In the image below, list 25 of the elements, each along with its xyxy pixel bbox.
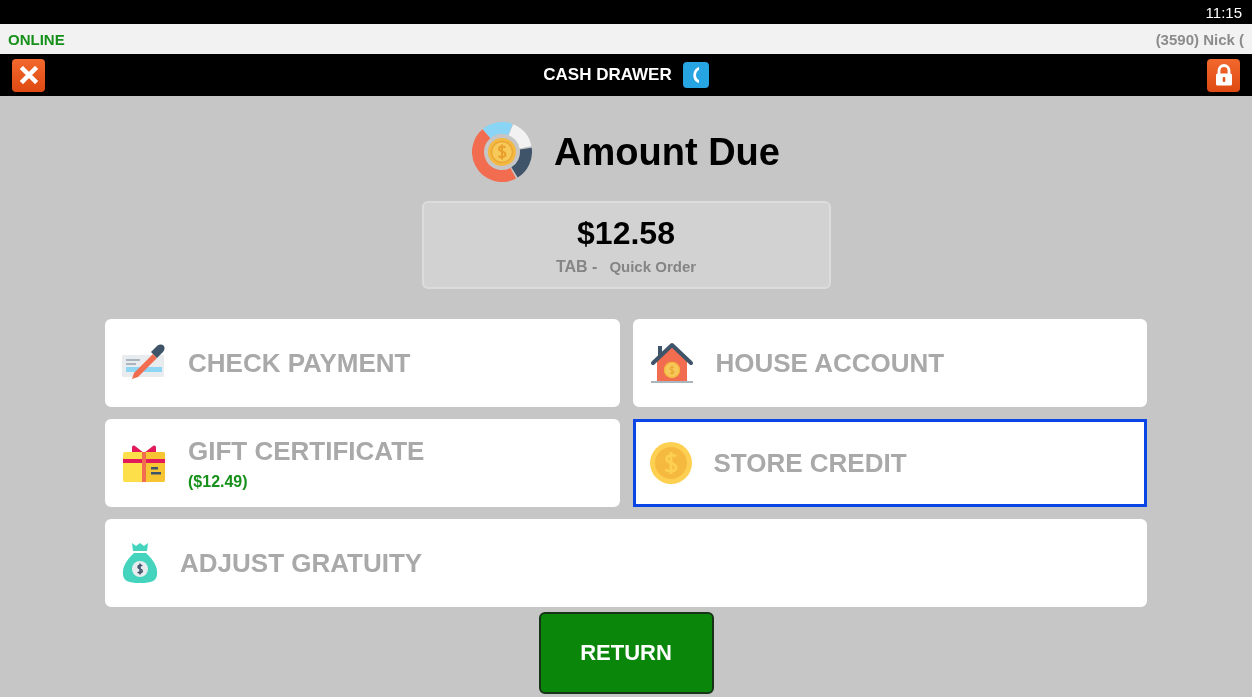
user-name: (3590) Nick ( <box>1155 30 1244 48</box>
payment-option[interactable]: ADJUST GRATUITY <box>105 519 1147 607</box>
return-button[interactable]: RETURN <box>538 612 714 694</box>
money-bag-icon <box>122 542 158 584</box>
close-icon <box>19 66 38 84</box>
clock-time: 11:15 <box>1205 3 1242 21</box>
amount-due-heading: Amount Due <box>554 130 780 174</box>
lock-icon <box>1214 64 1233 86</box>
donut-coin-icon <box>472 122 533 182</box>
close-button[interactable] <box>12 58 45 92</box>
payment-option[interactable]: GIFT CERTIFICATE ($12.49) <box>105 419 620 507</box>
payment-option[interactable]: CHECK PAYMENT <box>105 319 620 407</box>
tab-label: TAB - <box>555 257 598 276</box>
payment-option[interactable]: HOUSE ACCOUNT <box>632 319 1147 407</box>
tab-name: Quick Order <box>609 257 697 276</box>
gift-box-icon <box>122 443 166 483</box>
drawer-icon <box>682 62 709 88</box>
house-coin-icon <box>649 341 694 385</box>
screen-title: CASH DRAWER <box>543 65 672 85</box>
coin-icon <box>649 442 692 484</box>
balance-text: ($12.49) <box>188 472 248 491</box>
amount-value: $12.58 <box>577 214 675 252</box>
connection-status: ONLINE <box>8 30 65 48</box>
payment-option[interactable]: STORE CREDIT <box>632 419 1147 507</box>
lock-button[interactable] <box>1207 58 1240 92</box>
